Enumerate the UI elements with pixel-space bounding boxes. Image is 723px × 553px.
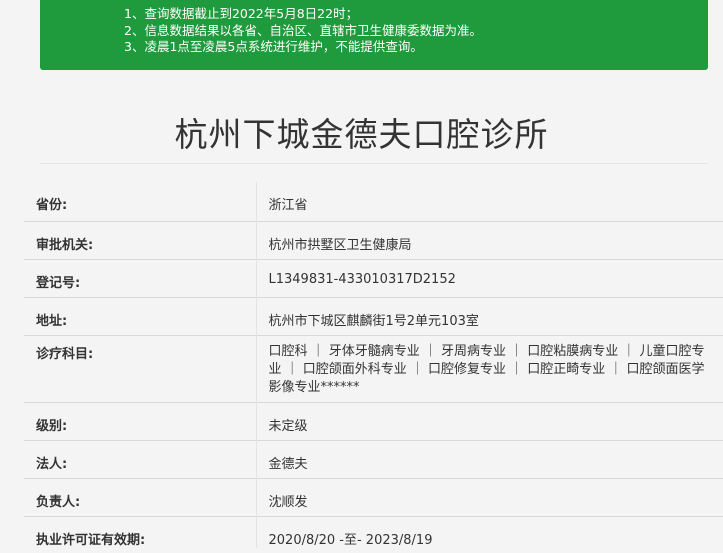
notice-line: 3、凌晨1点至凌晨5点系统进行维护，不能提供查询。	[124, 39, 423, 54]
row-value-approval-authority: 杭州市拱墅区卫生健康局	[255, 220, 723, 259]
row-label-license-validity: 执业许可证有效期:	[24, 515, 256, 548]
row-value-legal-person: 金德夫	[255, 439, 723, 478]
table-row: 执业许可证有效期: 2020/8/20 -至- 2023/8/19	[24, 515, 723, 548]
row-value-level: 未定级	[255, 401, 723, 440]
notice-banner: 1、查询数据截止到2022年5月8日22时； 2、信息数据结果以各省、自治区、直…	[40, 0, 708, 70]
row-value-departments: 口腔科 ｜ 牙体牙髓病专业 ｜ 牙周病专业 ｜ 口腔粘膜病专业 ｜ 儿童口腔专业…	[255, 334, 723, 402]
row-label-level: 级别:	[24, 401, 256, 440]
row-value-registration-number: L1349831-433010317D2152	[255, 258, 723, 297]
notice-line: 1、查询数据截止到2022年5月8日22时；	[124, 6, 359, 21]
row-label-approval-authority: 审批机关:	[24, 220, 256, 259]
table-row: 法人: 金德夫	[24, 439, 723, 478]
page-title: 杭州下城金德夫口腔诊所	[174, 115, 549, 154]
row-label-legal-person: 法人:	[24, 439, 256, 478]
row-label-registration-number: 登记号:	[24, 258, 256, 297]
row-value-address: 杭州市下城区麒麟街1号2单元103室	[255, 296, 723, 335]
row-label-person-in-charge: 负责人:	[24, 477, 256, 516]
clinic-info-table: 省份: 浙江省 审批机关: 杭州市拱墅区卫生健康局 登记号: L1349831-…	[24, 182, 723, 548]
row-value-province: 浙江省	[255, 182, 723, 221]
row-label-address: 地址:	[24, 296, 256, 335]
notice-line: 2、信息数据结果以各省、自治区、直辖市卫生健康委数据为准。	[124, 22, 482, 38]
table-row: 负责人: 沈顺发	[24, 477, 723, 516]
row-value-person-in-charge: 沈顺发	[255, 477, 723, 516]
title-divider	[40, 163, 708, 164]
table-row: 登记号: L1349831-433010317D2152	[24, 258, 723, 297]
row-value-license-validity: 2020/8/20 -至- 2023/8/19	[255, 515, 723, 548]
table-row: 地址: 杭州市下城区麒麟街1号2单元103室	[24, 296, 723, 335]
table-row: 级别: 未定级	[24, 401, 723, 440]
row-label-province: 省份:	[36, 198, 68, 213]
table-row: 诊疗科目: 口腔科 ｜ 牙体牙髓病专业 ｜ 牙周病专业 ｜ 口腔粘膜病专业 ｜ …	[24, 334, 723, 402]
table-row: 省份: 浙江省	[24, 182, 723, 221]
row-label-departments: 诊疗科目:	[24, 334, 256, 402]
table-row: 审批机关: 杭州市拱墅区卫生健康局	[24, 220, 723, 259]
